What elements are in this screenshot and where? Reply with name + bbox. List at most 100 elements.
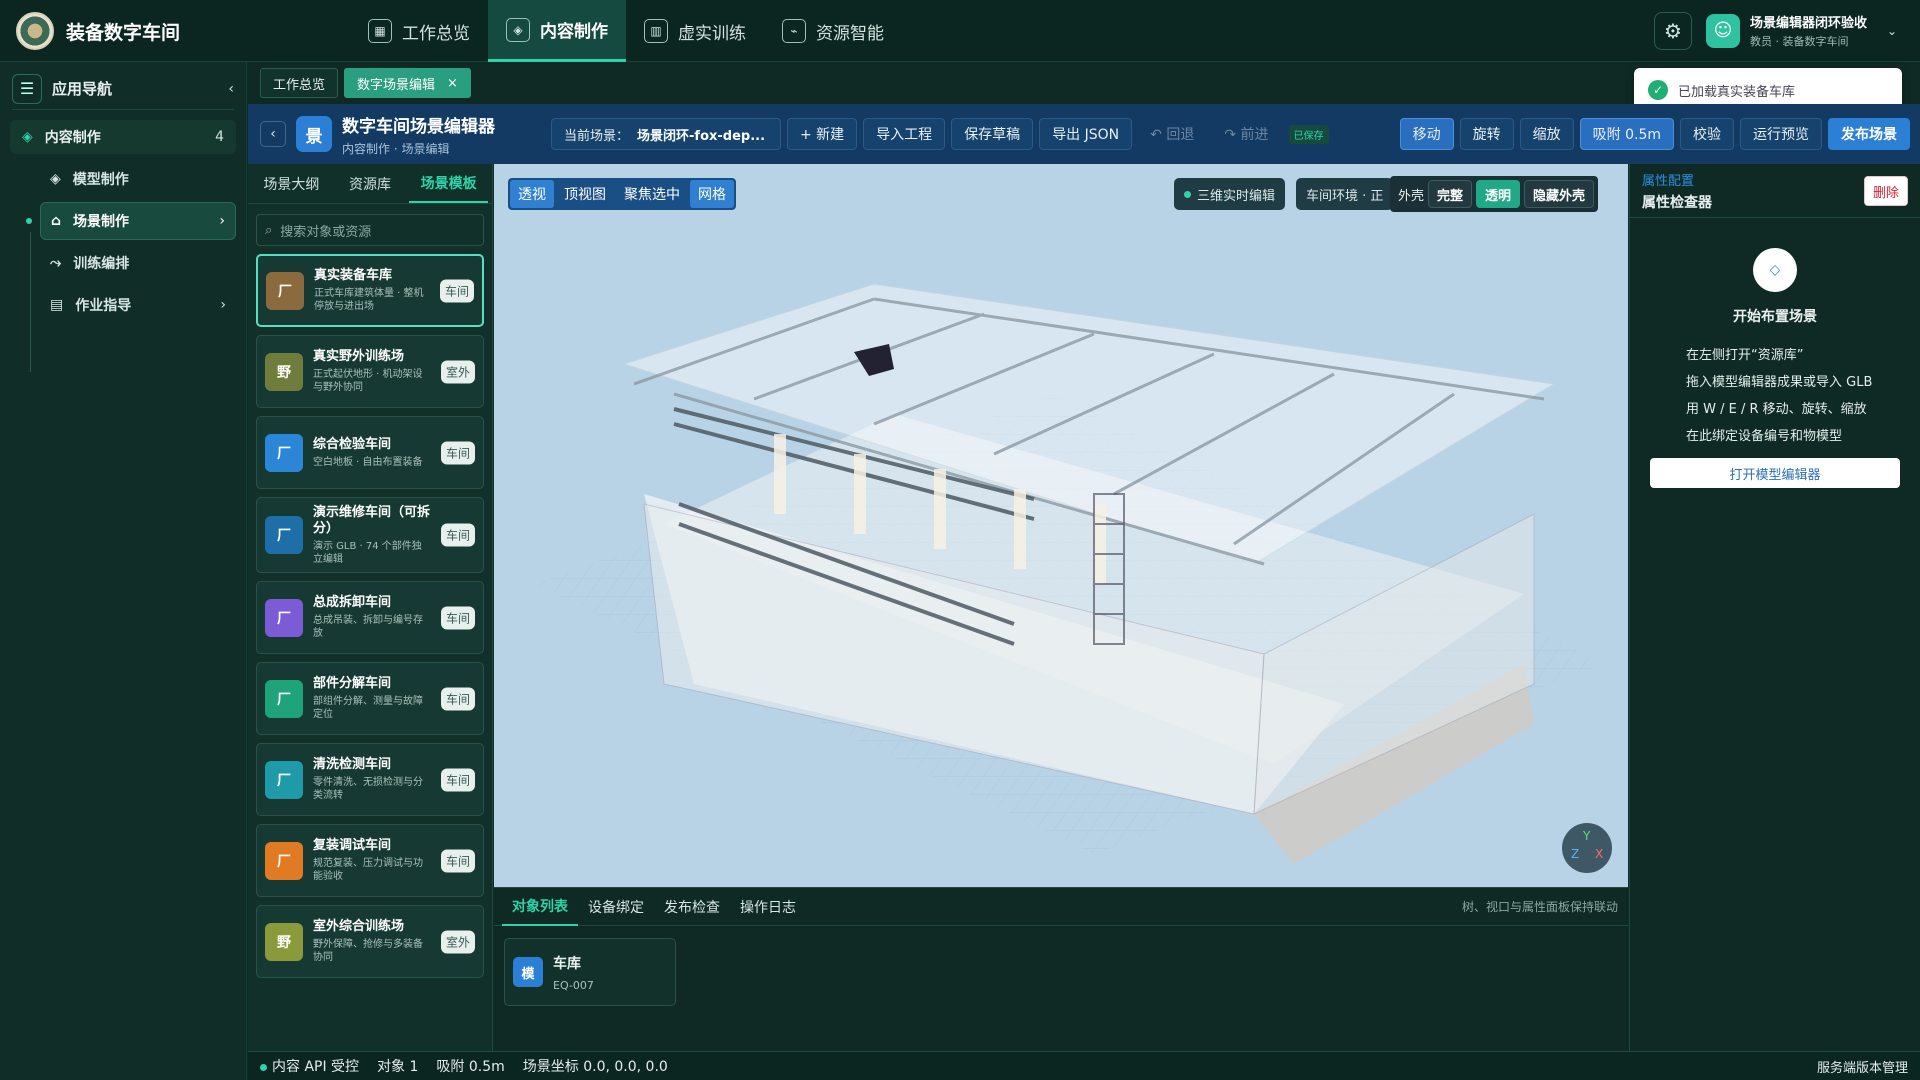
live-edit-badge: 三维实时编辑	[1174, 178, 1286, 210]
bottom-tabs: 对象列表 设备绑定 发布检查 操作日志 树、视口与属性面板保持联动	[494, 888, 1628, 926]
template-title: 室外综合训练场	[313, 919, 405, 934]
nav-resources[interactable]: ⌁ 资源智能	[764, 0, 902, 62]
sidebar-item-label: 场景制作	[73, 214, 130, 230]
flow-icon: ⤳	[50, 255, 62, 271]
shell-hide-button[interactable]: 隐藏外壳	[1524, 180, 1595, 208]
menu-icon[interactable]: ☰	[12, 73, 42, 104]
template-card[interactable]: 厂演示维修车间（可拆分） 演示 GLB · 74 个部件独立编辑 车间	[256, 497, 484, 573]
grid-icon: ▦	[368, 19, 392, 43]
template-title: 总成拆卸车间	[313, 595, 392, 610]
version-management[interactable]: 服务端版本管理	[1817, 1057, 1908, 1076]
template-card[interactable]: 野室外综合训练场 野外保障、抢修与多装备协同 室外	[256, 905, 484, 978]
template-card[interactable]: 厂综合检验车间 空白地板 · 自由布置装备 车间	[256, 416, 484, 489]
template-desc: 规范复装、压力调试与功能验收	[313, 858, 423, 882]
nav-label: 资源智能	[816, 23, 884, 44]
template-title: 复装调试车间	[313, 838, 392, 853]
template-title: 部件分解车间	[313, 676, 392, 691]
template-tag: 车间	[440, 768, 475, 791]
check-icon: ✓	[1648, 80, 1668, 100]
nav-content[interactable]: ◈ 内容制作	[488, 0, 626, 62]
left-panel: 场景大纲 资源库 场景模板 ⌕ 搜索对象或资源 厂真实装备车库 正式车库建筑体量 …	[248, 164, 493, 1051]
preview-button[interactable]: 运行预览	[1740, 118, 1822, 150]
template-tag: 车间	[440, 849, 475, 872]
template-card[interactable]: 野真实野外训练场 正式起伏地形 · 机动架设与野外协同 室外	[256, 335, 484, 408]
grid-toggle-button[interactable]: 网格	[690, 180, 734, 208]
group-count: 4	[215, 129, 224, 145]
check-button[interactable]: 校验	[1680, 118, 1734, 150]
tab-templates[interactable]: 场景模板	[409, 164, 489, 203]
template-card[interactable]: 厂复装调试车间规范复装、压力调试与功能验收 车间	[256, 824, 484, 897]
object-card[interactable]: 模 车库 EQ-007	[504, 938, 676, 1006]
new-button[interactable]: + 新建	[787, 118, 858, 150]
sidebar-item-scene[interactable]: ⌂ 场景制作 ›	[26, 202, 236, 240]
sidebar-item-guide[interactable]: ▤ 作业指导 ›	[40, 286, 236, 324]
tab-overview[interactable]: 工作总览	[260, 68, 339, 98]
template-tag: 车间	[439, 279, 474, 302]
3d-viewport[interactable]: 透视 顶视图 聚焦选中 网格 三维实时编辑 车间环境 · 正 外壳 完整 透明 …	[494, 164, 1628, 887]
search-input[interactable]: ⌕ 搜索对象或资源	[256, 214, 484, 246]
back-button[interactable]: ‹	[260, 121, 286, 147]
user-menu[interactable]: ☺ 场景编辑器闭环验收 教员 · 装备数字车间 ⌄	[1706, 12, 1897, 49]
tab-library[interactable]: 资源库	[331, 164, 410, 203]
focus-selected-button[interactable]: 聚焦选中	[616, 180, 688, 208]
template-icon: 厂	[265, 679, 303, 718]
user-role: 教员 · 装备数字车间	[1750, 35, 1849, 48]
sidebar-group-content[interactable]: ◈ 内容制作 4	[10, 120, 236, 154]
sidebar-item-training[interactable]: ⤳ 训练编排	[40, 244, 236, 282]
live-dot	[1184, 190, 1191, 198]
instruction-line: 拖入模型编辑器成果或导入 GLB	[1686, 375, 1873, 390]
tab-scene-editor[interactable]: 数字场景编辑 ×	[344, 68, 471, 98]
group-label: 内容制作	[44, 130, 101, 146]
delete-button[interactable]: 删除	[1863, 176, 1908, 206]
template-icon: 厂	[265, 841, 303, 880]
scale-button[interactable]: 缩放	[1519, 118, 1574, 150]
shell-full-button[interactable]: 完整	[1428, 180, 1473, 208]
sidebar-item-model[interactable]: ◈ 模型制作	[40, 160, 236, 198]
perspective-button[interactable]: 透视	[510, 180, 554, 208]
rotate-button[interactable]: 旋转	[1459, 118, 1514, 150]
template-text: 真实装备车库 正式车库建筑体量 · 整机停放与进出场	[314, 268, 432, 313]
gear-icon[interactable]: ⚙	[1654, 12, 1692, 50]
redo-button[interactable]: ↷ 前进	[1212, 118, 1280, 150]
axes-gizmo[interactable]: Y Z X	[1562, 823, 1612, 873]
template-card[interactable]: 厂部件分解车间 部组件分解、测量与故障定位 车间	[256, 662, 484, 735]
shell-transparent-button[interactable]: 透明	[1476, 180, 1521, 208]
api-status: 内容 API 受控	[260, 1056, 359, 1076]
nav-training[interactable]: ▥ 虚实训练	[626, 0, 764, 62]
undo-button[interactable]: ↶ 回退	[1138, 118, 1206, 150]
save-draft-button[interactable]: 保存草稿	[951, 118, 1034, 150]
template-card[interactable]: 厂清洗检测车间 零件清洗、无损检测与分类流转 车间	[256, 743, 484, 816]
move-button[interactable]: 移动	[1399, 118, 1454, 150]
nav-overview[interactable]: ▦ 工作总览	[350, 0, 488, 62]
scene-coords: 场景坐标 0.0, 0.0, 0.0	[522, 1059, 668, 1075]
collapse-icon[interactable]: ‹	[228, 81, 234, 97]
template-icon: 厂	[265, 433, 303, 472]
template-icon: 野	[265, 352, 303, 391]
tab-outline[interactable]: 场景大纲	[252, 164, 331, 203]
open-model-editor-button[interactable]: 打开模型编辑器	[1650, 458, 1900, 488]
environment-selector[interactable]: 车间环境 · 正	[1296, 178, 1394, 210]
template-text: 清洗检测车间 零件清洗、无损检测与分类流转	[313, 757, 431, 802]
tab-operation-log[interactable]: 操作日志	[730, 888, 806, 926]
cube-icon: ◈	[22, 129, 33, 145]
chevron-right-icon: ›	[220, 297, 226, 313]
export-json-button[interactable]: 导出 JSON	[1039, 118, 1133, 150]
tab-device-binding[interactable]: 设备绑定	[578, 888, 654, 926]
live-label: 三维实时编辑	[1197, 188, 1276, 204]
transform-toolbar: 移动 旋转 缩放 吸附 0.5m 校验 运行预览 发布场景	[1394, 118, 1920, 150]
scene-selector[interactable]: 当前场景： 场景闭环-fox-dep...	[551, 118, 781, 150]
publish-button[interactable]: 发布场景	[1828, 118, 1910, 150]
snap-button[interactable]: 吸附 0.5m	[1579, 118, 1674, 150]
shell-toggle: 外壳 完整 透明 隐藏外壳	[1390, 176, 1599, 212]
template-card[interactable]: 厂总成拆卸车间 总成吊装、拆卸与编号存放 车间	[256, 581, 484, 654]
close-icon[interactable]: ×	[447, 76, 458, 91]
template-icon: 厂	[265, 598, 303, 637]
template-card[interactable]: 厂真实装备车库 正式车库建筑体量 · 整机停放与进出场 车间	[256, 254, 484, 327]
tab-publish-check[interactable]: 发布检查	[654, 888, 730, 926]
import-button[interactable]: 导入工程	[863, 118, 946, 150]
template-text: 复装调试车间规范复装、压力调试与功能验收	[313, 838, 431, 883]
template-text: 部件分解车间 部组件分解、测量与故障定位	[313, 676, 431, 721]
tab-object-list[interactable]: 对象列表	[502, 888, 578, 926]
template-title: 演示维修车间（可拆分）	[313, 504, 431, 536]
top-view-button[interactable]: 顶视图	[556, 180, 614, 208]
